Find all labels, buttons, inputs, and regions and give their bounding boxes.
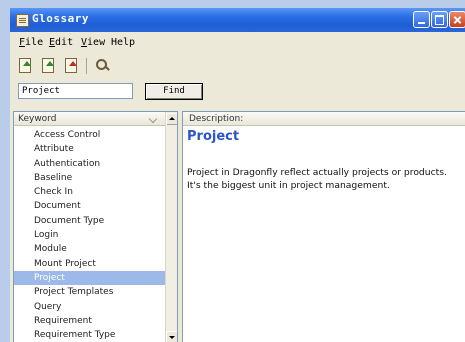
description-text: Project in Dragonfly reflect actually pr… [187,166,463,192]
keyword-column-header[interactable]: Keyword [14,112,165,126]
menu-view[interactable]: View [81,37,105,48]
list-item[interactable]: Requirement [14,314,165,328]
keyword-list: Access Control Attribute Authentication Bas… [14,128,165,342]
list-item[interactable]: Authentication [14,157,165,171]
description-line: Project in Dragonfly reflect actually pr… [187,167,447,178]
menu-bar: File Edit View Help [10,34,465,52]
list-item[interactable]: Check In [14,185,165,199]
menu-help-label: Help [111,37,136,48]
keyword-header-label: Keyword [18,114,57,124]
description-header: Description: [183,112,465,126]
menu-help[interactable]: Help [111,37,135,48]
scroll-up-button[interactable] [166,113,177,125]
keyword-list-scrollbar[interactable] [165,112,177,342]
export-button[interactable] [40,57,56,73]
list-item[interactable]: Requirement Type [14,328,165,342]
toolbar [10,53,465,79]
search-input[interactable]: Project [18,83,133,99]
menu-view-label: iew [87,37,106,48]
list-item[interactable]: Document Type [14,214,165,228]
list-item[interactable]: Project [14,270,165,286]
glossary-window: Glossary File Edit View Help Project Fin… [10,8,465,342]
list-item[interactable]: Project Templates [14,285,165,299]
maximize-button[interactable] [431,11,448,28]
find-icon [96,59,107,70]
menu-file[interactable]: File [19,37,43,48]
list-item[interactable]: Mount Project [14,257,165,271]
glossary-app-icon [16,14,29,27]
delete-button[interactable] [63,57,79,73]
list-item[interactable]: Access Control [14,128,165,142]
search-row: Project Find [10,80,465,110]
list-item[interactable]: Login [14,228,165,242]
description-line: It's the biggest unit in project managem… [187,180,390,191]
list-item[interactable]: Module [14,242,165,256]
find-tool-button[interactable] [93,57,109,73]
chevron-down-icon [148,114,158,124]
minimize-button[interactable] [413,11,430,28]
list-item[interactable]: Baseline [14,171,165,185]
keyword-list-panel: Keyword Access Control Attribute Authentic… [13,111,178,342]
menu-edit[interactable]: Edit [49,37,73,48]
scroll-down-button[interactable] [166,331,177,342]
close-button[interactable] [449,11,465,28]
toolbar-separator [86,58,87,74]
description-panel: Description: Project Project in Dragonfl… [182,111,465,342]
menu-edit-label: dit [55,37,74,48]
window-title: Glossary [32,12,89,25]
import-button[interactable] [17,57,33,73]
menu-file-label: ile [25,37,44,48]
list-item[interactable]: Query [14,300,165,314]
description-title: Project [187,129,240,144]
find-button[interactable]: Find [145,83,203,100]
list-item[interactable]: Attribute [14,142,165,156]
title-bar[interactable]: Glossary [10,8,465,32]
list-item[interactable]: Document [14,199,165,213]
